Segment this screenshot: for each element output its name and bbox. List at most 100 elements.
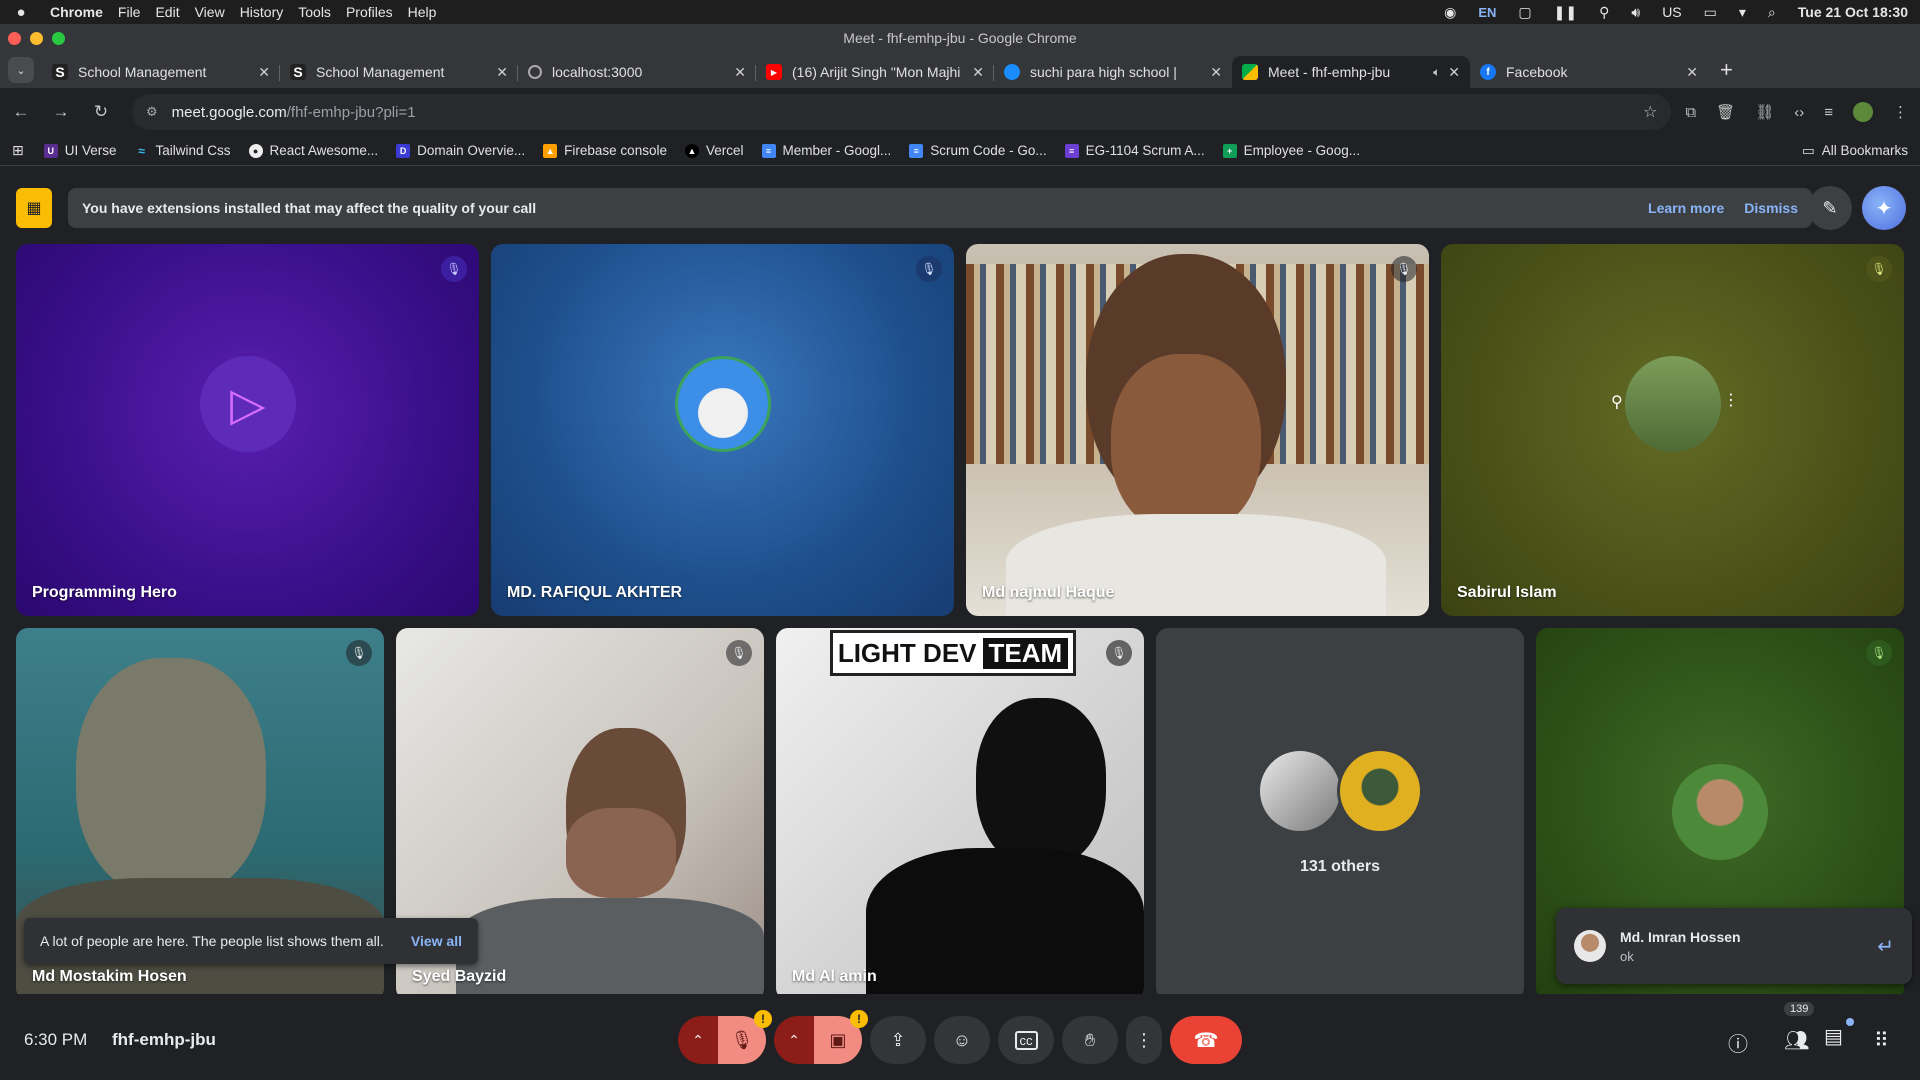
menu-edit[interactable]: Edit [155,4,179,20]
tab-school-management-1[interactable]: S School Management ✕ [42,56,280,88]
tab-youtube[interactable]: ▶ (16) Arijit Singh "Mon Majhi ✕ [756,56,994,88]
pin-icon[interactable]: ⚲ [1611,392,1623,412]
discord-icon[interactable]: ◉ [1444,4,1456,21]
link-icon[interactable]: ⛓ [1755,103,1774,121]
keyboard-layout[interactable]: US [1662,4,1681,20]
menu-view[interactable]: View [195,4,225,20]
chat-message-popup[interactable]: Md. Imran Hossen ok ↵ [1556,908,1912,984]
new-tab-button[interactable]: + [1720,57,1733,83]
extensions-icon[interactable]: ⧉ [1685,104,1696,121]
close-tab-icon[interactable]: ✕ [972,64,984,81]
menu-file[interactable]: File [118,4,141,20]
pause-icon[interactable]: ❚❚ [1554,4,1577,21]
tab-facebook[interactable]: f Facebook ✕ [1470,56,1708,88]
participant-tile-alamin[interactable]: LIGHT DEV TEAM 🎙︎ Md Al amin [776,628,1144,1000]
bookmark-react-awesome[interactable]: ● React Awesome... [248,143,379,158]
maximize-window-button[interactable] [52,31,65,45]
others-tile[interactable]: 131 others [1156,628,1524,1000]
bookmark-scrum-code[interactable]: ≡ Scrum Code - Go... [909,143,1047,158]
present-screen-button[interactable]: ⇪ [870,1016,926,1064]
forward-icon[interactable]: → [52,102,70,122]
minimize-window-button[interactable] [30,31,43,45]
site-info-icon[interactable]: ⚙ [146,104,158,120]
extension-warning-icon[interactable]: ▦ [16,188,52,228]
gemini-icon[interactable]: ✦ [1862,186,1906,230]
close-tab-icon[interactable]: ✕ [1210,64,1222,81]
leave-call-button[interactable]: ☎︎ [1170,1016,1242,1064]
mic-toggle-button[interactable]: 🎙︎ ! [718,1010,772,1064]
close-tab-icon[interactable]: ✕ [496,64,508,81]
raise-hand-button[interactable]: ✋︎ [1062,1016,1118,1064]
view-all-link[interactable]: View all [411,933,462,949]
tab-search-button[interactable]: ⌄ [8,57,34,83]
mic-off-icon: 🎙︎ [726,640,752,666]
menu-tools[interactable]: Tools [298,4,331,20]
bookmark-vercel[interactable]: ▲ Vercel [684,143,744,158]
tab-school-management-2[interactable]: S School Management ✕ [280,56,518,88]
reload-icon[interactable]: ↻ [92,102,110,122]
tile-more-icon[interactable]: ⋮ [1723,390,1739,410]
close-tab-icon[interactable]: ✕ [1448,64,1460,81]
close-tab-icon[interactable]: ✕ [734,64,746,81]
code-icon[interactable]: ‹› [1794,104,1804,121]
close-tab-icon[interactable]: ✕ [258,64,270,81]
address-bar[interactable]: ⚙ meet.google.com/fhf-emhp-jbu?pli=1 ☆ [132,94,1672,130]
bookmark-member[interactable]: ≡ Member - Googl... [761,143,891,158]
reply-icon[interactable]: ↵ [1877,934,1894,959]
video-options-button[interactable]: ⌃ [774,1016,814,1064]
bookmark-domain-overview[interactable]: D Domain Overvie... [396,143,525,158]
tab-meet[interactable]: Meet - fhf-emhp-jbu 🔈︎ ✕ [1232,56,1470,88]
participant-tile-najmul[interactable]: 🎙︎ Md najmul Haque [966,244,1429,616]
bookmark-label: React Awesome... [269,143,379,158]
menu-help[interactable]: Help [408,4,437,20]
captions-button[interactable]: cc [998,1016,1054,1064]
all-bookmarks[interactable]: ▭ All Bookmarks [1802,143,1908,159]
participant-tile-sabirul[interactable]: ⚲ ⋮ 🎙︎ Sabirul Islam [1441,244,1904,616]
tab-suchi-para[interactable]: suchi para high school | ✕ [994,56,1232,88]
audio-options-button[interactable]: ⌃ [678,1016,718,1064]
reactions-button[interactable]: ☺ [934,1016,990,1064]
bookmark-eg-1104[interactable]: ≡ EG-1104 Scrum A... [1064,143,1205,158]
pen-icon[interactable]: ✎ [1808,186,1852,230]
menu-app-name[interactable]: Chrome [50,4,103,20]
speaker-icon[interactable]: 🔈︎ [1433,65,1440,80]
apple-icon[interactable]: ● [12,4,30,21]
menu-history[interactable]: History [240,4,284,20]
chat-button[interactable]: ▤ [1824,1018,1854,1054]
people-button[interactable]: 139 👥︎ [1774,1002,1815,1060]
spotlight-search-icon[interactable]: ⌕ [1768,4,1776,21]
profile-avatar[interactable] [1853,102,1873,122]
display-icon[interactable]: ▭ [1704,4,1717,21]
learn-more-link[interactable]: Learn more [1648,200,1724,216]
tab-localhost[interactable]: localhost:3000 ✕ [518,56,756,88]
menubar-clock[interactable]: Tue 21 Oct 18:30 [1798,4,1908,20]
bookmark-star-icon[interactable]: ☆ [1643,102,1657,122]
camera-toggle-button[interactable]: ▣ ! [814,1010,868,1064]
volume-icon[interactable]: 🔊︎ [1631,4,1640,21]
more-vert-icon: ⋮ [1135,1029,1153,1050]
input-language-indicator[interactable]: EN [1478,5,1496,20]
tailwind-icon: ≈ [138,143,145,158]
apps-grid-icon[interactable]: ⊞ [12,142,24,159]
chevron-up-icon: ⌃ [788,1031,800,1048]
location-icon[interactable]: ⚲ [1599,4,1609,21]
bookmark-tailwind[interactable]: ≈ Tailwind Css [135,143,230,158]
wifi-dropdown-icon[interactable]: ▾ [1739,4,1746,21]
bookmark-ui-verse[interactable]: U UI Verse [43,143,117,158]
back-icon[interactable]: ← [12,102,30,122]
trash-icon[interactable]: 🗑︎ [1716,103,1735,121]
participant-tile-programming-hero[interactable]: ▷ 🎙︎ Programming Hero [16,244,479,616]
meeting-info-icon[interactable]: ⓘ [1728,1028,1748,1057]
close-tab-icon[interactable]: ✕ [1686,64,1698,81]
dismiss-button[interactable]: Dismiss [1744,200,1798,216]
bookmark-employee[interactable]: + Employee - Goog... [1222,143,1360,158]
menu-profiles[interactable]: Profiles [346,4,393,20]
participant-tile-rafiqul[interactable]: 🎙︎ MD. RAFIQUL AKHTER [491,244,954,616]
more-options-button[interactable]: ⋮ [1126,1016,1162,1064]
more-menu-icon[interactable]: ⋮ [1893,103,1908,121]
clipboard-icon[interactable]: ▢ [1518,4,1531,21]
close-window-button[interactable] [8,31,21,45]
activities-grid-icon[interactable]: ⠿ [1874,1028,1889,1053]
media-controls-icon[interactable]: ≡ [1824,104,1833,121]
bookmark-firebase[interactable]: ▲ Firebase console [543,143,667,158]
